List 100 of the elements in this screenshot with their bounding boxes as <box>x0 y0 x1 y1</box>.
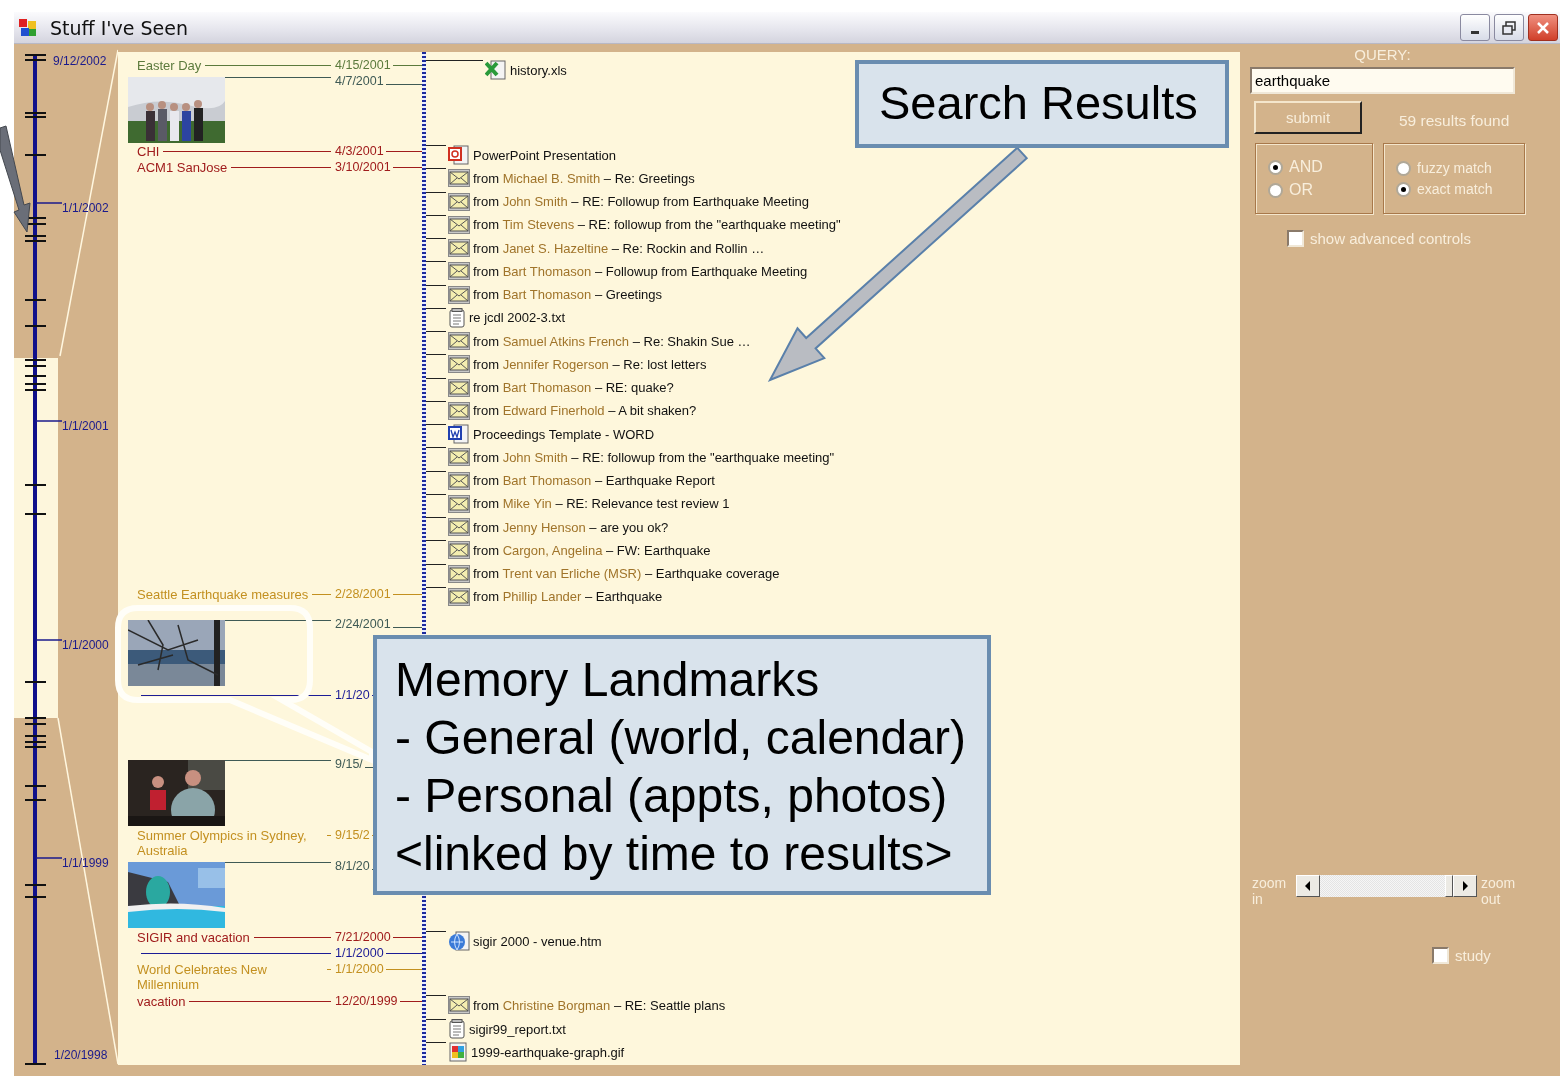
file-name[interactable]: 1999-earthquake-graph.gif <box>471 1044 625 1060</box>
landmark-date: 1/1/20 <box>334 688 371 703</box>
checkbox[interactable] <box>1432 947 1449 964</box>
query-field[interactable]: earthquake <box>1250 67 1515 94</box>
landmark-date: 3/10/2001 <box>334 160 392 175</box>
right-arrow-icon <box>1461 881 1469 891</box>
radio-button[interactable] <box>1268 159 1283 175</box>
landmark-date: 9/15/ <box>334 757 364 772</box>
axis-date-label: 1/1/2000 <box>62 638 109 652</box>
left-arrow-icon <box>1304 881 1312 891</box>
result-title[interactable]: from Michael B. Smith – Re: Greetings <box>473 170 695 186</box>
landmark-date: 9/15/2 <box>334 828 371 843</box>
zoom-out-label: zoom out <box>1481 875 1517 907</box>
envelope-icon <box>448 541 470 560</box>
radio-button[interactable] <box>1268 182 1283 198</box>
close-icon <box>1535 19 1551 36</box>
landmark-label: ACM1 SanJose <box>137 160 228 175</box>
checkbox[interactable] <box>1287 230 1304 247</box>
landmark-date: 8/1/20 <box>334 859 371 874</box>
landmark-label: World Celebrates New Millennium <box>137 962 268 992</box>
envelope-icon <box>448 285 470 304</box>
callout-text: Memory Landmarks <box>395 652 821 708</box>
result-title[interactable]: from Trent van Erliche (MSR) – Earthquake coverage <box>473 566 780 581</box>
spreadsheet-icon <box>485 60 507 80</box>
landmark-date: 1/1/2000 <box>334 962 385 977</box>
landmark-label: Summer Olympics in Sydney, Australia <box>137 828 308 858</box>
landmark-date: 2/28/2001 <box>334 587 392 602</box>
envelope-icon <box>448 355 470 374</box>
result-title[interactable]: from Bart Thomason – Greetings <box>473 287 663 302</box>
envelope-icon <box>448 401 470 420</box>
query-label: QUERY: <box>1353 46 1412 63</box>
callout-text: <linked by time to results> <box>395 826 954 882</box>
presentation-icon <box>448 145 470 165</box>
close-button[interactable] <box>1528 14 1558 41</box>
result-title[interactable]: from Bart Thomason – Followup from Earthquake Meeting <box>473 263 808 279</box>
image-file-icon <box>448 1042 468 1062</box>
app-icon <box>18 17 38 38</box>
result-title[interactable]: from Cargon, Angelina – FW: Earthquake <box>473 542 711 558</box>
axis-date-label: 9/12/2002 <box>53 54 107 68</box>
envelope-icon <box>448 169 470 188</box>
result-title[interactable]: from Jenny Henson – are you ok? <box>473 519 669 535</box>
text-file-icon <box>448 307 466 328</box>
result-title[interactable]: from Samuel Atkins French – Re: Shakin Sue … <box>473 333 751 349</box>
landmark-label: CHI <box>137 144 160 159</box>
result-title[interactable]: from Mike Yin – RE: Relevance test review 1 <box>473 496 730 512</box>
result-title[interactable]: from Bart Thomason – RE: quake? <box>473 380 674 395</box>
envelope-icon <box>448 239 470 257</box>
axis-date-label: 1/1/1999 <box>62 856 109 870</box>
envelope-icon <box>448 332 470 350</box>
result-title[interactable]: from Phillip Lander – Earthquake <box>473 589 663 605</box>
file-name[interactable]: re jcdl 2002-3.txt <box>469 310 566 326</box>
scroll-left-button[interactable] <box>1296 875 1320 897</box>
result-title[interactable]: from Jennifer Rogerson – Re: lost letters <box>473 356 707 372</box>
minimize-button[interactable] <box>1460 14 1490 41</box>
results-count: 59 results found <box>1399 112 1510 130</box>
axis-date-label: 1/1/2001 <box>62 419 109 433</box>
file-name[interactable]: PowerPoint Presentation <box>473 147 617 163</box>
restore-icon <box>1501 19 1517 36</box>
landmark-date: 4/15/2001 <box>334 58 392 73</box>
envelope-icon <box>448 518 470 536</box>
envelope-icon <box>448 262 470 281</box>
landmark-date: 2/24/2001 <box>334 617 392 632</box>
landmark-date: 4/7/2001 <box>334 74 385 89</box>
scroll-right-button[interactable] <box>1453 875 1477 897</box>
result-title[interactable]: from Tim Stevens – RE: followup from the "earthquake meeting" <box>473 217 841 233</box>
slider-thumb[interactable] <box>1445 875 1453 897</box>
result-title[interactable]: from Edward Finerhold – A bit shaken? <box>473 403 697 419</box>
callout-text: - Personal (appts, photos) <box>395 768 949 824</box>
landmark-date: 4/3/2001 <box>334 144 385 159</box>
landmark-date: 7/21/2000 <box>334 930 392 945</box>
envelope-icon <box>448 564 470 583</box>
envelope-icon <box>448 494 470 513</box>
file-name[interactable]: Proceedings Template - WORD <box>473 426 655 442</box>
landmark-label: SIGIR and vacation <box>137 930 250 945</box>
file-name[interactable]: sigir 2000 - venue.htm <box>473 933 602 949</box>
callout-text: - General (world, calendar) <box>395 710 967 766</box>
result-title[interactable]: from John Smith – RE: Followup from Earthquake Meeting <box>473 194 809 209</box>
envelope-icon <box>448 996 470 1014</box>
landmark-label: vacation <box>137 994 186 1009</box>
globe-icon <box>448 931 470 951</box>
file-name[interactable]: history.xls <box>510 62 567 78</box>
restore-button[interactable] <box>1494 14 1524 41</box>
envelope-icon <box>448 215 470 234</box>
envelope-icon <box>448 448 470 467</box>
result-title[interactable]: from John Smith – RE: followup from the "earthquake meeting" <box>473 449 835 465</box>
result-title[interactable]: from Bart Thomason – Earthquake Report <box>473 473 715 488</box>
radio-button[interactable] <box>1396 160 1411 176</box>
envelope-icon <box>448 471 470 490</box>
landmark-date: 1/1/2000 <box>334 946 385 961</box>
file-name[interactable]: sigir99_report.txt <box>469 1021 566 1037</box>
minimize-icon <box>1471 31 1479 34</box>
result-title[interactable]: from Christine Borgman – RE: Seattle plans <box>473 997 726 1013</box>
radio-button[interactable] <box>1396 181 1411 197</box>
landmark-date: 12/20/1999 <box>334 994 399 1009</box>
envelope-icon <box>448 378 470 397</box>
envelope-icon <box>448 192 470 211</box>
landmark-label: Seattle Earthquake measures <box>137 587 309 602</box>
callout-text: Search Results <box>879 75 1199 131</box>
document-icon <box>448 424 470 444</box>
result-title[interactable]: from Janet S. Hazeltine – Re: Rockin and Rollin … <box>473 240 765 256</box>
